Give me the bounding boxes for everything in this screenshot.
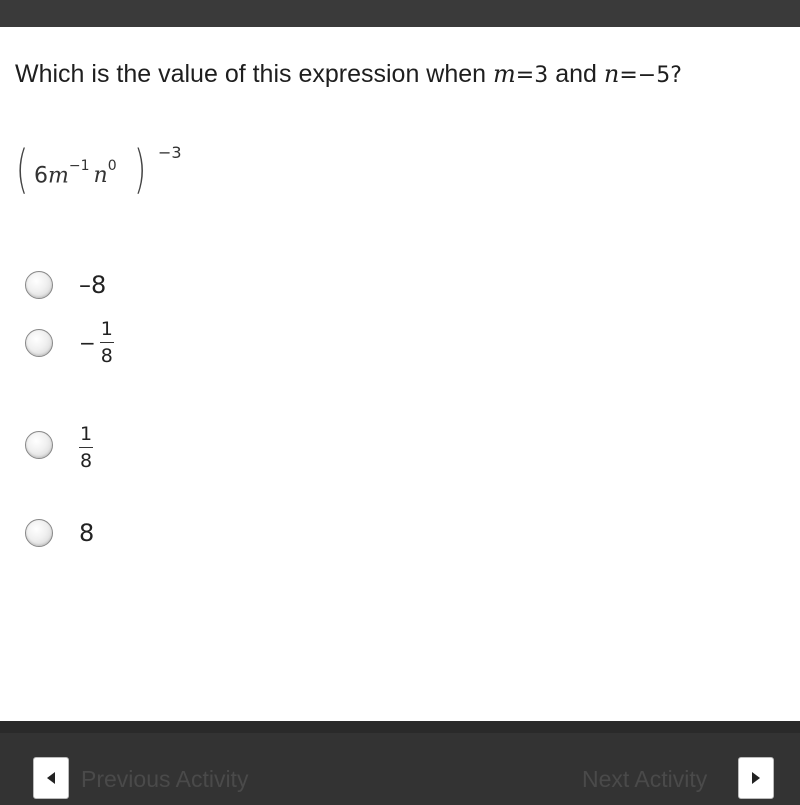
question-text: Which is the value of this expression wh… [15,60,682,89]
option-label: − 1 8 [79,318,114,367]
fraction-bar [99,342,114,343]
answer-option-1[interactable]: –8 [25,271,106,299]
n-term: n [93,163,108,189]
radio-button[interactable] [25,328,53,357]
radio-button[interactable] [25,519,53,547]
triangle-left-icon [47,772,55,784]
math-expression: ( 6m−1 n0 ) −3 [12,140,212,215]
next-activity-label[interactable]: Next Activity [582,766,707,793]
top-bar [0,0,800,27]
expression-base: 6m−1 n0 [34,158,117,189]
left-paren: ( [16,140,29,200]
fraction: 1 8 [99,318,114,367]
answer-option-2[interactable]: − 1 8 [25,318,114,367]
fraction-bar [79,447,93,448]
footer-bar: Previous Activity Next Activity [0,721,800,805]
n-exponent: 0 [107,158,117,174]
option-label: 8 [79,519,95,547]
right-paren: ) [134,140,147,200]
coefficient: 6 [34,163,48,189]
answer-option-3[interactable]: 1 8 [25,418,93,472]
equals-sign: = [515,63,535,88]
denominator: 8 [79,450,93,472]
outer-exponent: −3 [158,143,182,162]
equals-sign-2: = [619,63,638,88]
next-activity-button[interactable] [738,757,774,799]
radio-button[interactable] [25,271,53,299]
footer-nav: Previous Activity Next Activity [0,733,800,805]
variable-n: n [603,60,620,88]
question-prefix: Which is the value of this expression wh… [15,60,487,88]
radio-button[interactable] [25,431,53,459]
previous-activity-button[interactable] [33,757,69,799]
option-label: –8 [79,271,107,299]
previous-activity-label[interactable]: Previous Activity [81,766,248,793]
option-label: 1 8 [79,418,93,472]
variable-m: m [493,60,516,88]
denominator: 8 [100,345,113,367]
m-term: m [48,163,69,189]
numerator: 1 [79,423,93,445]
m-exponent: −1 [68,158,90,174]
m-value: 3 [534,63,549,88]
numerator: 1 [100,318,113,340]
triangle-right-icon [752,772,760,784]
and-word: and [555,60,597,88]
negative-sign: − [79,330,96,355]
n-value: −5? [637,63,682,88]
fraction: 1 8 [79,423,93,472]
answer-option-4[interactable]: 8 [25,519,94,547]
